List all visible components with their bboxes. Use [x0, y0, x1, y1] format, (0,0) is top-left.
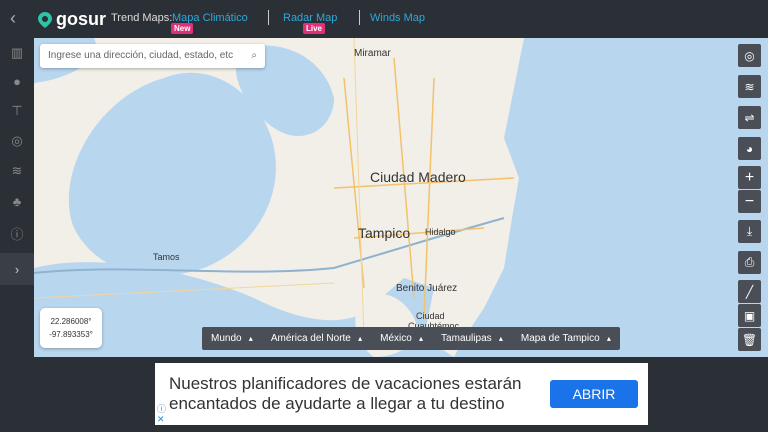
ad-open-button[interactable]: ABRIR — [550, 380, 638, 408]
trash-icon[interactable]: 🗑 — [738, 328, 761, 351]
globe-icon[interactable]: ● — [0, 66, 34, 96]
latitude: 22.286008° — [50, 317, 92, 326]
map-canvas[interactable]: Ingrese una dirección, ciudad, estado, e… — [34, 38, 768, 357]
back-button[interactable]: ‹ — [10, 8, 16, 29]
gosur-logo[interactable]: gosur — [38, 9, 106, 30]
ad-banner[interactable]: Nuestros planificadores de vacaciones es… — [155, 363, 648, 425]
crop-icon[interactable]: ▣ — [738, 304, 761, 327]
link-winds-map[interactable]: Winds Map — [370, 12, 425, 24]
wind-icon[interactable]: ⇌ — [738, 106, 761, 129]
breadcrumb-america[interactable]: América del Norte — [262, 333, 371, 344]
zoom-out-icon[interactable]: − — [738, 190, 761, 213]
longitude: -97.893353° — [49, 330, 93, 339]
divider — [359, 10, 360, 25]
info-icon[interactable]: ⓘ — [0, 218, 34, 248]
map-label: Ciudad — [416, 311, 445, 321]
ad-text: Nuestros planificadores de vacaciones es… — [169, 374, 521, 414]
map-label: Hidalgo — [425, 227, 456, 237]
map-label: Tamos — [153, 252, 180, 262]
map-tiles — [34, 38, 768, 357]
ad-close-icon[interactable]: ✕ — [157, 414, 166, 424]
draw-icon[interactable]: ╱ — [738, 280, 761, 303]
download-icon[interactable]: ⤓ — [738, 220, 761, 243]
satellite-icon[interactable]: ♣ — [0, 186, 34, 216]
new-badge: New — [171, 23, 194, 34]
location-pin-icon — [38, 11, 52, 28]
ad-text-line: encantados de ayudarte a llegar a tu des… — [169, 394, 505, 413]
map-icon[interactable]: ▥ — [0, 38, 34, 68]
chart-icon[interactable]: ◕ — [738, 137, 761, 160]
layers-icon[interactable]: ≋ — [738, 75, 761, 98]
search-icon[interactable]: ⌕ — [251, 50, 257, 62]
weather-icon[interactable]: ≋ — [0, 156, 34, 186]
ad-controls: ⓘ ✕ — [157, 404, 166, 424]
divider — [268, 10, 269, 25]
map-label: Ciudad Madero — [370, 169, 466, 185]
breadcrumb-mundo[interactable]: Mundo — [202, 333, 262, 344]
signpost-icon[interactable]: ⊤ — [0, 96, 34, 126]
breadcrumb-mexico[interactable]: México — [371, 333, 432, 344]
trend-maps-label: Trend Maps: — [111, 12, 173, 24]
map-label: Tampico — [358, 225, 411, 241]
breadcrumb: Mundo América del Norte México Tamaulipa… — [202, 327, 620, 350]
top-bar: ‹ gosur Trend Maps: Mapa Climático New R… — [0, 0, 768, 38]
sidebar: ▥ ● ⊤ ◎ ≋ ♣ ⓘ › — [0, 38, 34, 357]
map-label: Benito Juárez — [396, 283, 458, 294]
breadcrumb-tamaulipas[interactable]: Tamaulipas — [432, 333, 512, 344]
zoom-in-icon[interactable]: + — [738, 166, 761, 189]
ad-text-line: Nuestros planificadores de vacaciones es… — [169, 374, 522, 393]
map-label: Miramar — [354, 48, 391, 59]
breadcrumb-tampico[interactable]: Mapa de Tampico — [512, 333, 620, 344]
live-badge: Live — [303, 23, 326, 34]
compass-icon[interactable]: ◎ — [0, 126, 34, 156]
ad-info-icon[interactable]: ⓘ — [157, 404, 166, 414]
locate-icon[interactable]: ◎ — [738, 44, 761, 67]
search-placeholder: Ingrese una dirección, ciudad, estado, e… — [48, 50, 234, 61]
coordinates-box: 22.286008° -97.893353° — [40, 308, 102, 348]
expand-icon[interactable]: › — [0, 253, 34, 285]
search-input[interactable]: Ingrese una dirección, ciudad, estado, e… — [40, 44, 265, 68]
print-icon[interactable]: ⎙ — [738, 251, 761, 274]
brand-name: gosur — [56, 9, 107, 29]
